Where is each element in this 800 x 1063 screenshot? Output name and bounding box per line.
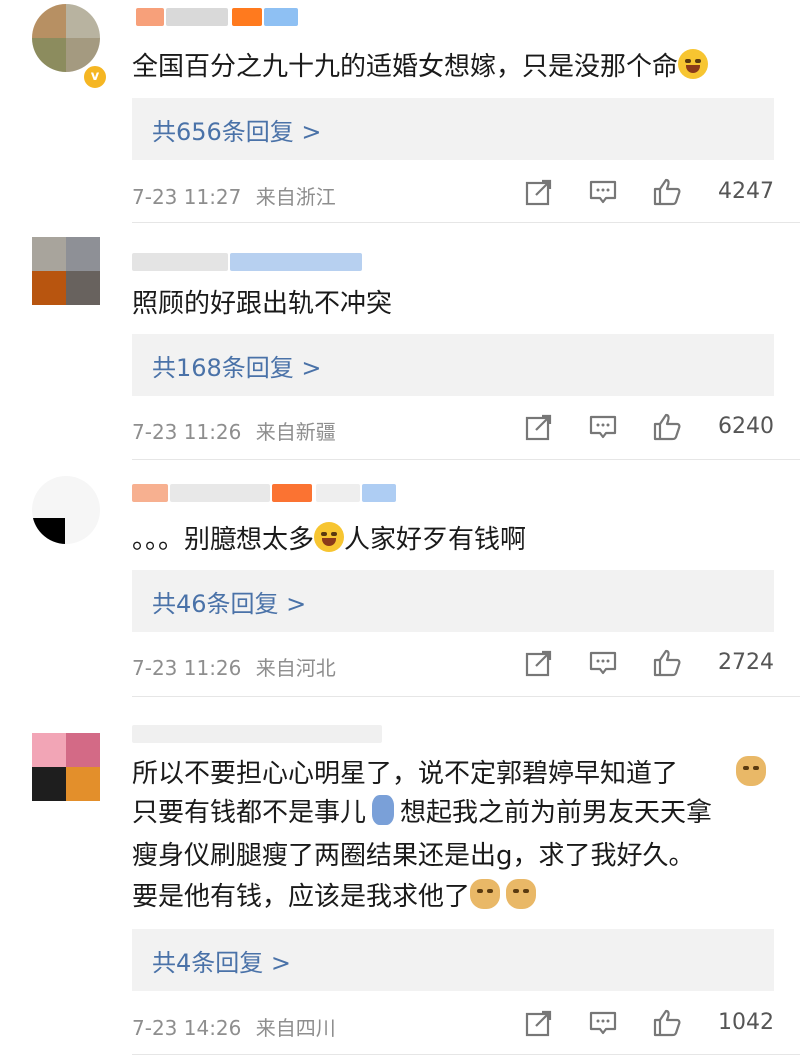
username-redacted[interactable]: [132, 721, 392, 743]
location: 来自新疆: [255, 420, 336, 444]
like-icon[interactable]: [652, 648, 682, 678]
comment-icon[interactable]: [588, 177, 618, 207]
share-icon[interactable]: [524, 1008, 554, 1038]
comment-icon[interactable]: [588, 648, 618, 678]
comment-meta: 7-23 11:27 来自浙江: [132, 181, 336, 210]
like-icon[interactable]: [652, 1008, 682, 1038]
comment-text: 全国百分之九十九的适婚女想嫁，只是没那个命: [132, 48, 709, 86]
comment-actions: 4247: [524, 177, 774, 209]
timestamp: 7-23 11:26: [132, 656, 242, 680]
laugh-cry-emoji-icon: [678, 49, 709, 79]
location: 来自河北: [255, 656, 336, 680]
username-redacted[interactable]: [132, 249, 372, 271]
username-redacted[interactable]: [132, 480, 412, 502]
like-count: 2724: [718, 650, 774, 675]
location: 来自浙江: [255, 185, 336, 209]
view-replies-button[interactable]: 共168条回复 >: [132, 334, 774, 396]
like-icon[interactable]: [652, 177, 682, 207]
crying-emoji-icon: [314, 522, 345, 552]
comment-actions: 6240: [524, 412, 774, 444]
comment-item: 。。。别臆想太多 人家好歹有钱啊 共46条回复 > 7-23 11:26 来自河北…: [0, 460, 800, 697]
like-count: 1042: [718, 1010, 774, 1035]
divider: [132, 1054, 800, 1055]
comment-actions: 1042: [524, 1008, 774, 1040]
comment-icon[interactable]: [588, 412, 618, 442]
comment-text: 照顾的好跟出轨不冲突: [132, 289, 393, 319]
comment-text: 只要有钱都不是事儿 想起我之前为前男友天天拿: [132, 794, 712, 832]
comment-meta: 7-23 14:26 来自四川: [132, 1012, 336, 1041]
comment-meta: 7-23 11:26 来自河北: [132, 652, 336, 681]
comment-text: 所以不要担心心明星了，说不定郭碧婷早知道了: [132, 759, 679, 789]
doge-emoji-icon: [736, 756, 766, 786]
comment-item: v 全国百分之九十九的适婚女想嫁，只是没那个命 共656条回复 > 7-23 1…: [0, 0, 800, 223]
share-icon[interactable]: [524, 412, 554, 442]
comment-item: 照顾的好跟出轨不冲突 共168条回复 > 7-23 11:26 来自新疆 624…: [0, 223, 800, 460]
timestamp: 7-23 11:26: [132, 420, 242, 444]
like-count: 4247: [718, 179, 774, 204]
doge-emoji-icon: [506, 879, 537, 909]
avatar[interactable]: [32, 4, 100, 72]
avatar[interactable]: [32, 237, 100, 305]
timestamp: 7-23 14:26: [132, 1016, 242, 1040]
comment-meta: 7-23 11:26 来自新疆: [132, 416, 336, 445]
comment-text: 要是他有钱，应该是我求他了: [132, 878, 537, 916]
view-replies-button[interactable]: 共4条回复 >: [132, 929, 774, 991]
username-redacted[interactable]: [132, 4, 332, 26]
comment-text: 瘦身仪刷腿瘦了两圈结果还是出g，求了我好久。: [132, 841, 695, 871]
location: 来自四川: [255, 1016, 336, 1040]
avatar[interactable]: [32, 476, 100, 544]
comment-text: 。。。别臆想太多 人家好歹有钱啊: [132, 521, 526, 559]
doge-emoji-icon: [470, 879, 501, 909]
like-count: 6240: [718, 414, 774, 439]
view-replies-button[interactable]: 共46条回复 >: [132, 570, 774, 632]
verified-badge-icon: v: [82, 64, 108, 90]
avatar[interactable]: [32, 733, 100, 801]
kid-emoji-icon: [372, 795, 395, 825]
share-icon[interactable]: [524, 177, 554, 207]
timestamp: 7-23 11:27: [132, 185, 242, 209]
view-replies-button[interactable]: 共656条回复 >: [132, 98, 774, 160]
comment-actions: 2724: [524, 648, 774, 680]
comment-icon[interactable]: [588, 1008, 618, 1038]
comment-text: [736, 755, 766, 793]
like-icon[interactable]: [652, 412, 682, 442]
comment-item: 所以不要担心心明星了，说不定郭碧婷早知道了 只要有钱都不是事儿 想起我之前为前男友…: [0, 697, 800, 1063]
share-icon[interactable]: [524, 648, 554, 678]
